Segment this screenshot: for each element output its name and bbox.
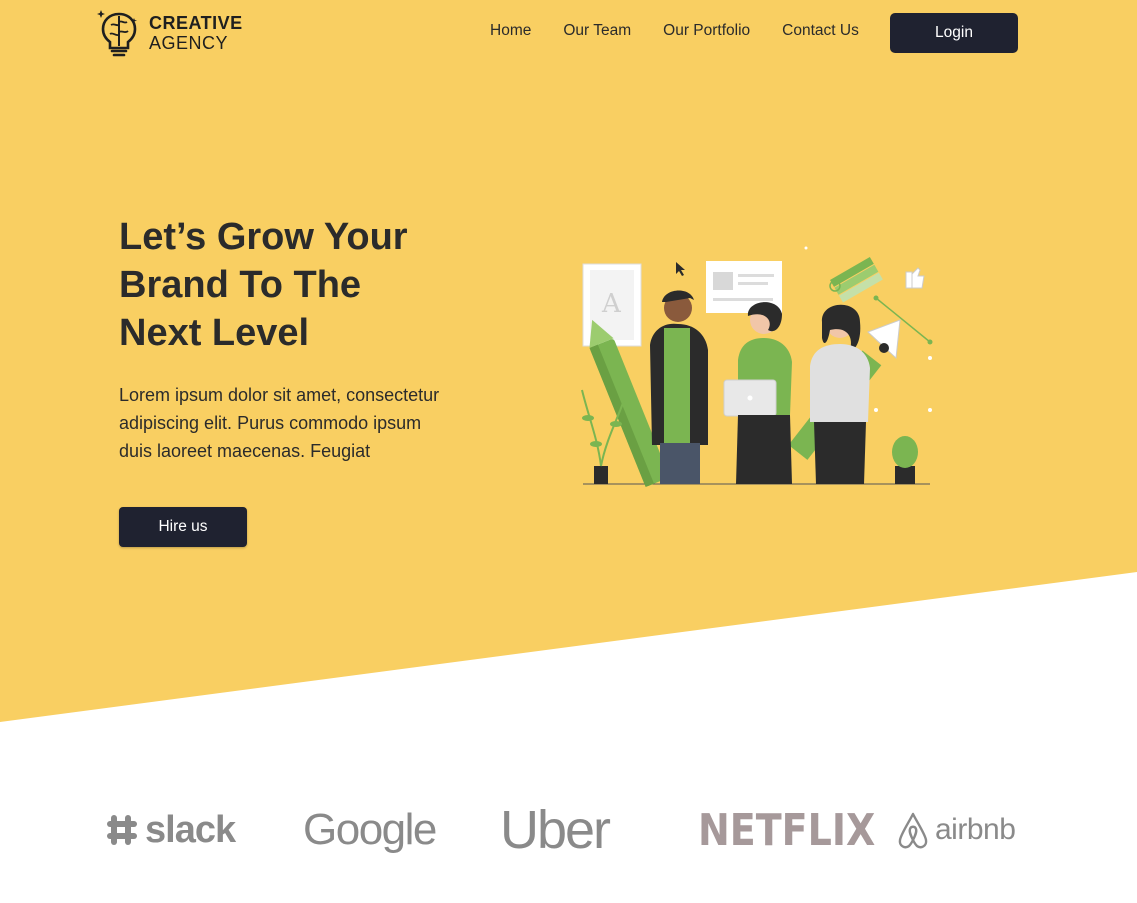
nav-our-team[interactable]: Our Team — [563, 22, 631, 40]
brand-name: Google — [303, 805, 437, 854]
headline-line: Next Level — [119, 312, 310, 354]
google-logo: Google — [303, 795, 437, 865]
brand-name: airbnb — [935, 813, 1016, 846]
description-line: Lorem ipsum dolor sit amet, consectetur — [119, 385, 440, 405]
netflix-logo: NETFLIX — [698, 795, 875, 865]
description-line: adipiscing elit. Purus commodo ipsum — [119, 413, 422, 433]
hero-headline: Let’s Grow Your Brand To The Next Level — [119, 213, 449, 357]
hero-description: Lorem ipsum dolor sit amet, consectetur … — [119, 381, 469, 465]
airbnb-belo-icon — [898, 812, 928, 849]
nav-contact-us[interactable]: Contact Us — [782, 22, 859, 40]
lightbulb-brain-icon — [97, 10, 137, 57]
nav-our-portfolio[interactable]: Our Portfolio — [663, 22, 750, 40]
headline-line: Brand To The — [119, 264, 362, 306]
nav-home[interactable]: Home — [490, 22, 531, 40]
brand-name: Uber — [500, 800, 611, 860]
team-illustration: A — [581, 246, 933, 488]
brand-name: NETFLIX — [698, 804, 876, 856]
slack-hash-icon — [107, 815, 137, 845]
logo-title: CREATIVE — [149, 13, 243, 33]
uber-logo: Uber — [500, 795, 611, 865]
airbnb-logo: airbnb — [895, 795, 1016, 865]
logo-subtitle: AGENCY — [149, 33, 229, 53]
hero-background — [0, 0, 1137, 722]
brand-logo[interactable]: CREATIVE AGENCY — [97, 8, 243, 58]
svg-text:A: A — [601, 289, 622, 319]
hire-us-button[interactable]: Hire us — [119, 507, 247, 547]
client-logos: slack Google Uber NETFLIX airbnb — [0, 795, 1137, 865]
slack-logo: slack — [105, 795, 236, 865]
login-button[interactable]: Login — [890, 13, 1018, 53]
description-line: duis laoreet maecenas. Feugiat — [119, 441, 371, 461]
main-nav: Home Our Team Our Portfolio Contact Us — [490, 22, 891, 40]
brand-name: slack — [145, 808, 236, 851]
headline-line: Let’s Grow Your — [119, 216, 408, 258]
